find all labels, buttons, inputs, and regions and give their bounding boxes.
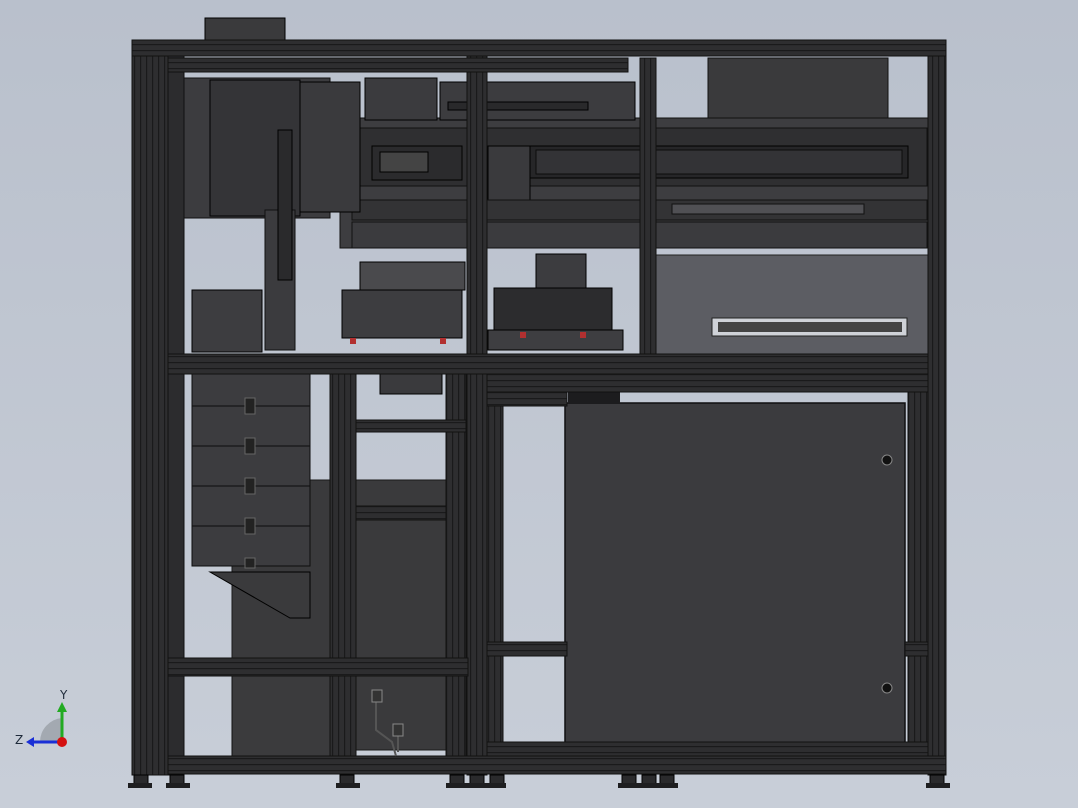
leveling-feet bbox=[128, 774, 950, 788]
cad-model-drawing[interactable] bbox=[0, 0, 1078, 808]
y-axis-head bbox=[57, 702, 67, 712]
triad-y-label: Y bbox=[60, 688, 68, 702]
graphics-viewport[interactable]: Y Z bbox=[0, 0, 1078, 808]
z-axis-head bbox=[26, 737, 34, 747]
triad-z-label: Z bbox=[15, 733, 24, 747]
stacked-drawers bbox=[191, 371, 311, 619]
upper-linear-module bbox=[339, 117, 931, 249]
electrical-cabinet bbox=[564, 392, 906, 744]
x-axis-dot bbox=[57, 737, 67, 747]
coordinate-triad bbox=[26, 702, 67, 747]
